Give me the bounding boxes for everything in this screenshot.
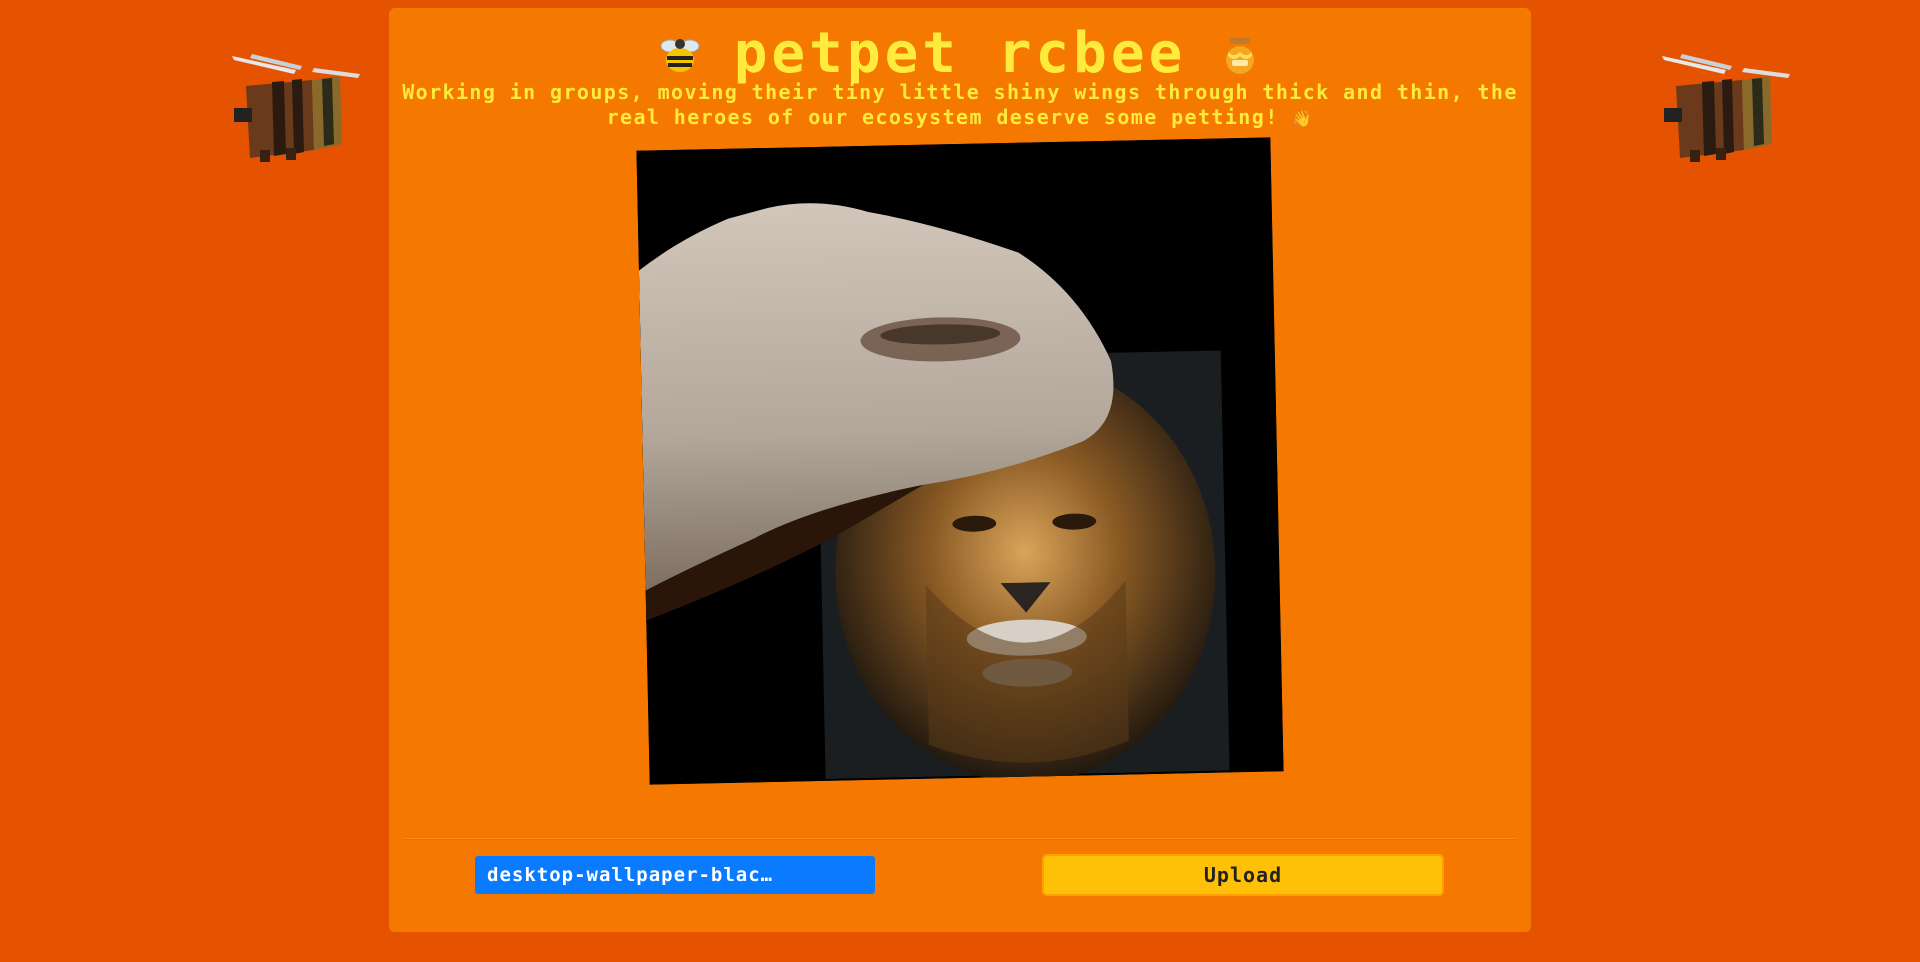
upload-button[interactable]: Upload xyxy=(1042,854,1444,896)
waving-hand-icon: 👋 xyxy=(1292,109,1314,128)
title-row: petpet rcbee xyxy=(389,26,1531,86)
subtitle-text: Working in groups, moving their tiny lit… xyxy=(402,80,1518,129)
honey-pot-emoji-icon xyxy=(1225,38,1254,74)
minecraft-bee-icon xyxy=(1662,54,1790,162)
file-input-button[interactable]: desktop-wallpaper-blac… xyxy=(475,856,875,894)
minecraft-bee-icon xyxy=(232,54,360,162)
subtitle: Working in groups, moving their tiny lit… xyxy=(399,80,1521,131)
petpet-preview-image xyxy=(636,137,1284,785)
page-title: petpet rcbee xyxy=(733,21,1187,86)
main-card: petpet rcbee Working in groups, moving t… xyxy=(389,8,1531,932)
petpet-hand-over-lion-image xyxy=(636,137,1284,785)
divider xyxy=(405,838,1515,840)
honeybee-emoji-icon xyxy=(660,39,700,72)
